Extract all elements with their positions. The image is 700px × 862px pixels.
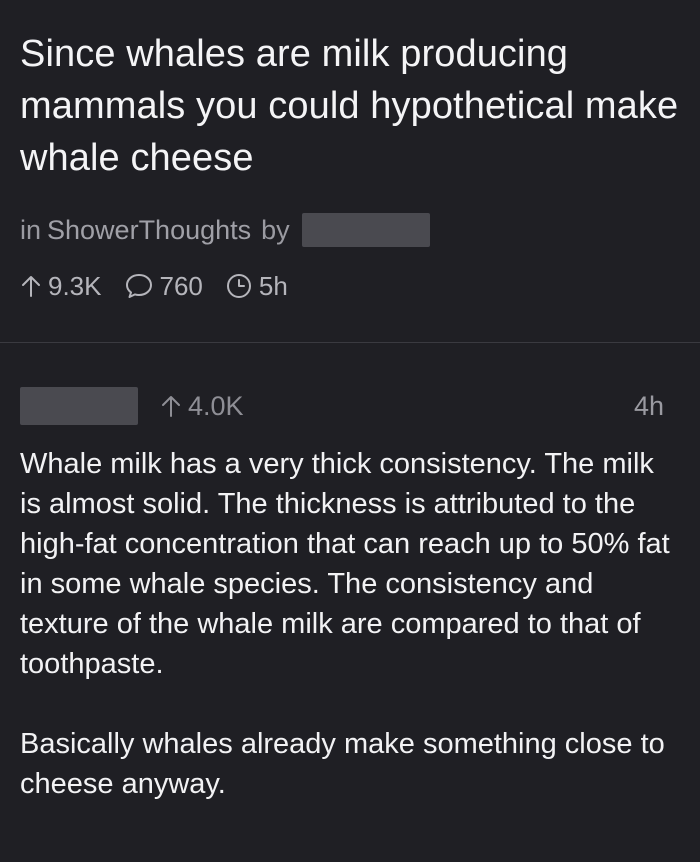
post-comment-count: 760 [159,270,203,301]
by-label: by [261,214,290,245]
post-meta: in ShowerThoughts by [20,210,680,250]
post-stats: 9.3K 760 5h [20,268,680,304]
community-link[interactable]: ShowerThoughts [47,215,251,246]
post-age-value: 5h [258,270,288,301]
upvote-arrow-icon [162,396,180,417]
clock-icon [226,274,251,298]
in-label: in [20,214,42,245]
post-comments-button[interactable]: 760 [124,271,203,302]
comment-bubble-icon [125,274,152,298]
divider [0,342,700,343]
comment-header: 4.0K 4h [20,384,664,428]
upvote-arrow-icon [22,276,40,297]
post-title[interactable]: Since whales are milk producing mammals … [20,28,680,184]
comment-body: Whale milk has a very thick consistency.… [20,444,670,804]
post-age: 5h [225,271,288,302]
redacted-author [301,213,430,247]
post-upvote-button[interactable]: 9.3K [20,271,102,302]
comment-paragraph: Basically whales already make something … [20,728,665,800]
redacted-commenter [20,387,138,425]
comment-age: 4h [633,390,664,421]
post: Since whales are milk producing mammals … [20,28,680,304]
comment-paragraph: Whale milk has a very thick consistency.… [20,448,670,680]
post-upvote-count: 9.3K [48,270,102,301]
comment-upvote-count: 4.0K [188,390,244,421]
comment-upvote-button[interactable]: 4.0K [160,391,244,422]
